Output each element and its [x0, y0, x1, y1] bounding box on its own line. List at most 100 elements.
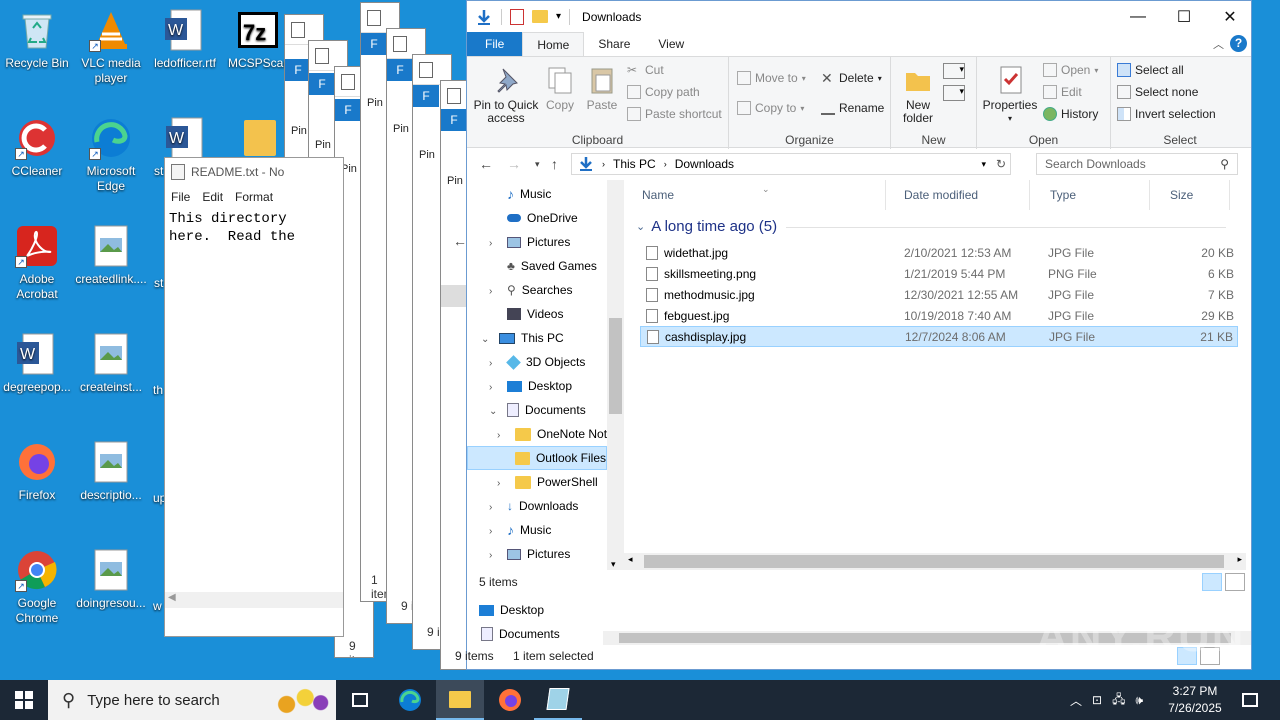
notepad-text-area[interactable]: This directory here. Read the — [165, 208, 343, 248]
rename-button[interactable]: Rename — [821, 101, 884, 115]
new-item-icon[interactable]: ▾ — [943, 63, 965, 79]
paste-shortcut-button[interactable]: Paste shortcut — [627, 107, 722, 121]
select-all-button[interactable]: Select all — [1117, 63, 1184, 77]
table-row[interactable]: febguest.jpg 10/19/2018 7:40 AM JPG File… — [640, 305, 1238, 326]
nav-item-onenote[interactable]: OneNote Not — [515, 422, 607, 446]
group-header[interactable]: ⌄ A long time ago (5) — [636, 218, 1226, 235]
nav-item-3d-objects[interactable]: 3D Objects — [506, 350, 585, 374]
scroll-right-icon[interactable]: ▸ — [1237, 554, 1242, 565]
nav-item-desktop-lower[interactable]: Desktop — [479, 598, 544, 622]
nav-item-powershell[interactable]: PowerShell — [515, 470, 598, 494]
tab-file[interactable]: File — [467, 32, 523, 56]
task-view-button[interactable] — [336, 680, 384, 720]
tab-view[interactable]: View — [644, 32, 698, 56]
network-icon[interactable]: 🖧 — [1112, 690, 1125, 711]
table-row[interactable]: skillsmeeting.png 1/21/2019 5:44 PM PNG … — [640, 263, 1238, 284]
expand-chevron-icon[interactable]: › — [489, 238, 492, 249]
desktop-icon-doingresou[interactable]: doingresou... — [74, 548, 148, 611]
file-tab[interactable]: F — [361, 33, 387, 55]
collapse-ribbon-icon[interactable]: ︿ — [1213, 36, 1224, 52]
nav-item-pictures-2[interactable]: Pictures — [507, 542, 570, 566]
nav-item-outlook-files[interactable]: Outlook Files — [467, 446, 607, 470]
forward-arrow-icon[interactable]: → — [507, 156, 521, 172]
nav-item-downloads[interactable]: ↓ Downloads — [507, 494, 578, 518]
new-folder-icon[interactable] — [532, 10, 548, 23]
menu-file[interactable]: File — [171, 190, 190, 204]
maximize-button[interactable]: ☐ — [1161, 1, 1207, 32]
select-none-button[interactable]: Select none — [1117, 85, 1198, 99]
customize-quick-access-icon[interactable]: ▾ — [556, 11, 561, 22]
start-button[interactable] — [0, 680, 48, 720]
show-hidden-icons-chevron-icon[interactable]: ︿ — [1070, 692, 1082, 709]
expand-chevron-icon[interactable]: › — [497, 478, 500, 489]
back-arrow-icon[interactable]: ← — [479, 156, 493, 172]
notifications-button[interactable] — [1226, 680, 1274, 720]
help-icon[interactable]: ? — [1230, 35, 1247, 52]
notepad-hscroll[interactable]: ◀ — [165, 592, 343, 608]
expand-chevron-icon[interactable]: › — [489, 358, 492, 369]
column-header-date[interactable]: Date modified — [886, 180, 1030, 210]
nav-item-pictures[interactable]: Pictures — [507, 230, 570, 254]
clock[interactable]: 3:27 PM 7/26/2025 — [1160, 683, 1230, 717]
breadcrumb-this-pc[interactable]: This PC — [613, 157, 656, 171]
minimize-button[interactable]: — — [1115, 1, 1161, 32]
menu-format[interactable]: Format — [235, 190, 273, 204]
file-tab[interactable]: F — [335, 99, 361, 121]
taskbar-notepad[interactable] — [534, 680, 582, 720]
copy-button[interactable]: Copy — [543, 65, 577, 112]
navigation-pane[interactable]: ♪ Music OneDrive › Pictures ♣ Saved Games … — [467, 180, 607, 570]
collapse-chevron-icon[interactable]: ⌄ — [489, 406, 497, 417]
history-button[interactable]: History — [1043, 107, 1098, 121]
nav-item-documents[interactable]: Documents — [507, 398, 586, 422]
expand-chevron-icon[interactable]: › — [497, 430, 500, 441]
invert-selection-button[interactable]: Invert selection — [1117, 107, 1216, 121]
desktop-icon-mcspscan[interactable]: 7z MCSPScan — [222, 8, 284, 71]
nav-scrollbar[interactable]: ▾ — [607, 180, 624, 570]
new-folder-button[interactable]: New folder — [895, 65, 941, 125]
scroll-thumb[interactable] — [644, 555, 1224, 568]
desktop-icon-google-chrome[interactable]: ↗ Google Chrome — [0, 548, 74, 626]
nav-item-music[interactable]: ♪ Music — [507, 182, 551, 206]
desktop-icon-recycle-bin[interactable]: Recycle Bin — [0, 8, 74, 71]
cut-button[interactable]: ✂ Cut — [627, 63, 664, 77]
volume-icon[interactable]: 🕪 — [1135, 693, 1143, 708]
explorer-window[interactable]: ▾ Downloads — ☐ ✕ File Home Share View ︿… — [455, 0, 1253, 670]
file-hscrollbar[interactable]: ◂ ▸ — [624, 553, 1246, 570]
desktop-icon-descriptio[interactable]: descriptio... — [74, 440, 148, 503]
expand-chevron-icon[interactable]: › — [489, 286, 492, 297]
easy-access-icon[interactable]: ▾ — [943, 85, 965, 101]
desktop-icon-vlc[interactable]: ↗ VLC media player — [74, 8, 148, 86]
nav-item-desktop[interactable]: Desktop — [507, 374, 572, 398]
desktop-icon-createinst[interactable]: createinst... — [74, 332, 148, 395]
file-tab[interactable]: F — [441, 109, 467, 131]
expand-chevron-icon[interactable]: › — [489, 382, 492, 393]
tab-share[interactable]: Share — [584, 32, 644, 56]
desktop-icon-ledofficer[interactable]: W ledofficer.rtf — [148, 8, 222, 71]
desktop-icon-degreepop[interactable]: W degreepop... — [0, 332, 74, 395]
nav-item-documents-lower[interactable]: Documents — [481, 622, 560, 646]
scroll-thumb[interactable] — [609, 318, 622, 414]
file-tab[interactable]: F — [387, 59, 413, 81]
expand-chevron-icon[interactable]: › — [489, 550, 492, 561]
address-dropdown-icon[interactable]: ▾ — [981, 159, 986, 170]
network-adapter-icon[interactable]: ⊡ — [1092, 693, 1102, 707]
column-header-type[interactable]: Type — [1030, 180, 1150, 210]
expand-chevron-icon[interactable]: › — [489, 502, 492, 513]
back-arrow-icon[interactable]: ← — [453, 233, 467, 249]
nav-item-searches[interactable]: ⚲ Searches — [507, 278, 573, 302]
file-tab[interactable]: F — [413, 85, 439, 107]
up-arrow-icon[interactable]: ↑ — [551, 156, 558, 172]
desktop-icon-adobe-acrobat[interactable]: ↗ Adobe Acrobat — [0, 224, 74, 302]
desktop-icon-createdlink[interactable]: createdlink.... — [74, 224, 148, 287]
nav-item-videos[interactable]: Videos — [507, 302, 563, 326]
expand-chevron-icon[interactable]: › — [489, 526, 492, 537]
close-button[interactable]: ✕ — [1207, 1, 1253, 32]
large-icons-view-icon[interactable] — [1225, 573, 1245, 591]
table-row-selected[interactable]: cashdisplay.jpg 12/7/2024 8:06 AM JPG Fi… — [640, 326, 1238, 347]
pin-to-quick-access-button[interactable]: Pin to Quick access — [471, 65, 541, 125]
edit-button[interactable]: Edit — [1043, 85, 1082, 99]
taskbar-search-input[interactable]: ⚲ Type here to search — [48, 680, 336, 720]
nav-item-this-pc[interactable]: This PC — [499, 326, 564, 350]
column-header-name[interactable]: Name ⌄ — [624, 180, 886, 210]
file-tab[interactable]: F — [309, 73, 335, 95]
